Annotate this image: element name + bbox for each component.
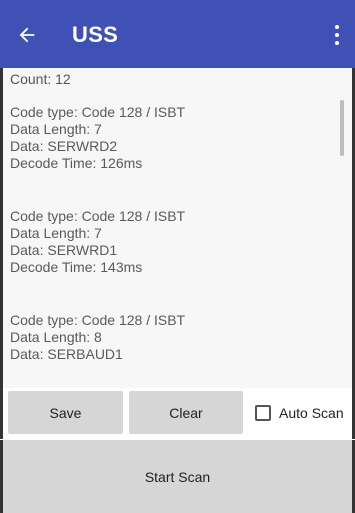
back-button[interactable] [10,18,44,52]
data-value: Data: SERWRD1 [10,242,118,258]
code-type: Code type: Code 128 / ISBT [10,208,186,224]
scan-entry: Code type: Code 128 / ISBT Data Length: … [10,104,332,172]
data-length: Data Length: 7 [10,225,102,241]
code-type: Code type: Code 128 / ISBT [10,312,186,328]
code-type: Code type: Code 128 / ISBT [10,104,186,120]
data-value: Data: SERWRD2 [10,138,118,154]
data-length: Data Length: 8 [10,329,102,345]
auto-scan-label: Auto Scan [279,404,344,421]
action-row: Save Clear Auto Scan [0,388,355,439]
scrollbar[interactable] [340,100,344,156]
overflow-menu-button[interactable] [325,18,349,52]
scan-entry: Code type: Code 128 / ISBT Data Length: … [10,208,332,276]
clear-button[interactable]: Clear [129,391,243,434]
auto-scan-checkbox[interactable] [255,404,271,421]
scan-entry-list: Code type: Code 128 / ISBT Data Length: … [10,104,332,388]
arrow-back-icon [19,27,35,43]
data-length: Data Length: 7 [10,121,102,137]
scan-entry: Code type: Code 128 / ISBT Data Length: … [10,312,332,363]
count-label: Count: [10,71,52,87]
decode-time: Decode Time: 126ms [10,155,143,171]
scan-results-area[interactable]: Count: 12 Code type: Code 128 / ISBT Dat… [0,68,355,388]
start-scan-button[interactable]: Start Scan [0,440,355,513]
scan-count: Count: 12 [10,71,71,87]
count-value: 12 [55,71,71,87]
data-value: Data: SERBAUD1 [10,346,123,362]
more-vert-icon [335,25,339,29]
app-title: USS [72,22,119,47]
save-button[interactable]: Save [8,391,123,434]
auto-scan-toggle[interactable]: Auto Scan [255,391,344,434]
app-bar: USS [0,0,355,68]
decode-time: Decode Time: 143ms [10,259,143,275]
